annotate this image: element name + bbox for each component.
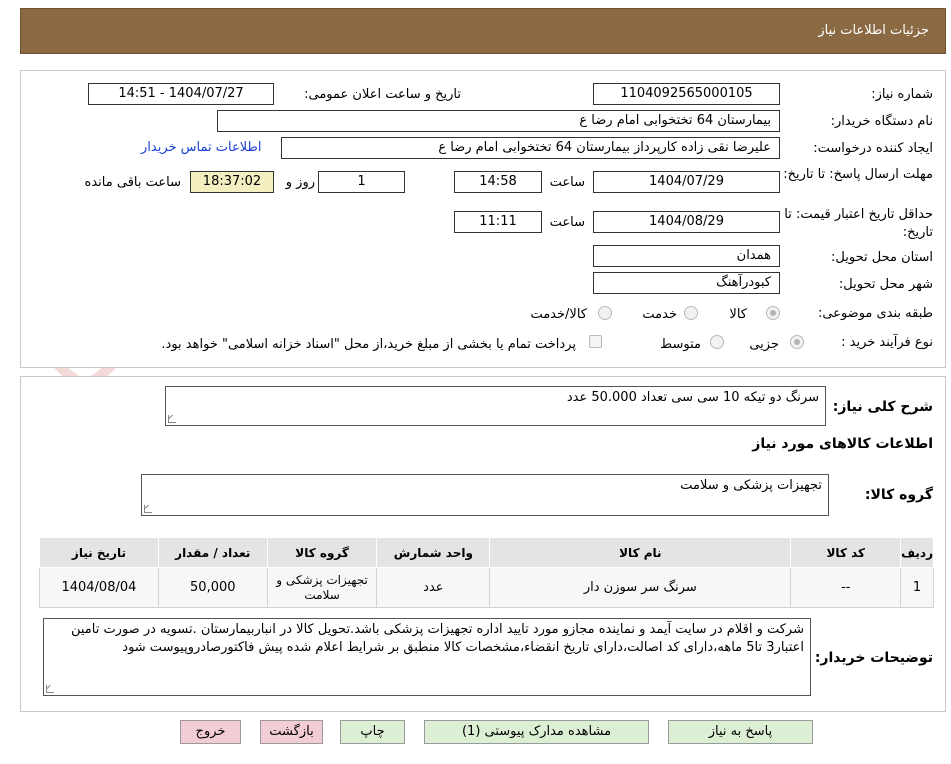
unit-cell: عدد: [376, 567, 491, 608]
price-validity-time-label: ساعت: [549, 215, 585, 230]
category-service-radio[interactable]: [684, 306, 698, 320]
quantity-cell: 50,000: [157, 567, 268, 608]
requester-label: ایجاد کننده درخواست:: [813, 141, 933, 156]
category-goods-radio[interactable]: [766, 306, 780, 320]
items-table-header-row: ردیف کد کالا نام کالا واحد شمارش گروه کا…: [39, 537, 934, 568]
delivery-province-label: استان محل تحویل:: [831, 250, 933, 265]
need-date-cell: 1404/08/04: [39, 567, 159, 608]
item-group-cell: تجهیزات پزشکی و سلامت: [266, 567, 378, 608]
table-row: 1 -- سرنگ سر سوزن دار عدد تجهیزات پزشکی …: [39, 567, 934, 608]
item-code-cell: --: [790, 567, 902, 608]
deadline-time-label: ساعت: [549, 175, 585, 190]
delivery-province-field: همدان: [593, 245, 780, 267]
exit-button[interactable]: خروج: [180, 720, 241, 744]
print-button[interactable]: چاپ: [340, 720, 405, 744]
need-summary-text: سرنگ دو تیکه 10 سی سی تعداد 50.000 عدد: [566, 390, 819, 405]
need-number-label: شماره نیاز:: [871, 87, 933, 102]
view-attachments-button[interactable]: مشاهده مدارک پیوستی (1): [424, 720, 649, 744]
col-quantity-header: تعداد / مقدار: [157, 537, 268, 568]
need-summary-textarea[interactable]: سرنگ دو تیکه 10 سی سی تعداد 50.000 عدد: [165, 386, 826, 426]
need-number-field: 1104092565000105: [593, 83, 780, 105]
resize-handle-icon[interactable]: [144, 505, 152, 513]
deadline-label: مهلت ارسال پاسخ: تا تاریخ:: [783, 167, 933, 182]
requester-field: علیرضا نقی زاده کارپرداز بیمارستان 64 تخ…: [281, 137, 780, 159]
category-goods-service-radio[interactable]: [598, 306, 612, 320]
process-minor-radio[interactable]: [790, 335, 804, 349]
buyer-notes-text: شرکت و اقلام در سایت آیمد و نماینده مجاز…: [70, 622, 804, 655]
item-name-cell: سرنگ سر سوزن دار: [489, 567, 792, 608]
category-goods-service-label: کالا/خدمت: [530, 307, 587, 322]
category-service-label: خدمت: [642, 307, 677, 322]
price-validity-time-field: 11:11: [454, 211, 542, 233]
delivery-city-label: شهر محل تحویل:: [838, 277, 933, 292]
deadline-time-field: 14:58: [454, 171, 542, 193]
remaining-time-label: ساعت باقی مانده: [84, 175, 181, 190]
page-header: جزئیات اطلاعات نیاز: [20, 8, 946, 54]
col-group-header: گروه کالا: [266, 537, 378, 568]
delivery-city-field: کبودرآهنگ: [593, 272, 780, 294]
item-group-text: تجهیزات پزشکی و سلامت: [680, 478, 822, 493]
treasury-payment-checkbox[interactable]: [589, 335, 602, 348]
items-section-title: اطلاعات کالاهای مورد نیاز: [752, 436, 933, 452]
back-button[interactable]: بازگشت: [260, 720, 323, 744]
buyer-notes-label: توضیحات خریدار:: [814, 650, 933, 666]
col-row-header: ردیف: [900, 537, 934, 568]
col-name-header: نام کالا: [489, 537, 792, 568]
buyer-notes-textarea[interactable]: شرکت و اقلام در سایت آیمد و نماینده مجاز…: [43, 618, 811, 696]
item-group-textarea[interactable]: تجهیزات پزشکی و سلامت: [141, 474, 829, 516]
treasury-payment-note: پرداخت تمام یا بخشی از مبلغ خرید،از محل …: [161, 337, 576, 352]
price-validity-date-field: 1404/08/29: [593, 211, 780, 233]
buyer-org-label: نام دستگاه خریدار:: [830, 114, 933, 129]
col-unit-header: واحد شمارش: [376, 537, 491, 568]
buyer-org-field: بیمارستان 64 تختخوابی امام رضا ع: [217, 110, 780, 132]
resize-handle-icon[interactable]: [46, 685, 54, 693]
reply-to-need-button[interactable]: پاسخ به نیاز: [668, 720, 813, 744]
announce-datetime-label: تاریخ و ساعت اعلان عمومی:: [304, 87, 461, 102]
purchase-process-label: نوع فرآیند خرید :: [841, 335, 933, 350]
price-validity-label: حداقل تاریخ اعتبار قیمت: تا تاریخ:: [784, 207, 933, 240]
category-goods-label: کالا: [729, 307, 747, 322]
remaining-time-field: 18:37:02: [190, 171, 274, 193]
days-remaining-field: 1: [318, 171, 405, 193]
subject-category-label: طبقه بندی موضوعی:: [817, 306, 933, 321]
col-date-header: تاریخ نیاز: [39, 537, 159, 568]
announce-datetime-field: 1404/07/27 - 14:51: [88, 83, 274, 105]
deadline-date-field: 1404/07/29: [593, 171, 780, 193]
process-minor-label: جزیی: [749, 337, 779, 352]
resize-handle-icon[interactable]: [168, 415, 176, 423]
days-label: روز و: [285, 175, 315, 190]
item-group-label: گروه کالا:: [864, 487, 933, 503]
process-medium-label: متوسط: [660, 337, 701, 352]
need-summary-label: شرح کلی نیاز:: [832, 399, 933, 415]
items-table: ردیف کد کالا نام کالا واحد شمارش گروه کا…: [39, 537, 934, 608]
col-code-header: کد کالا: [790, 537, 902, 568]
page-title: جزئیات اطلاعات نیاز: [818, 23, 929, 38]
row-number-cell: 1: [900, 567, 934, 608]
buyer-contact-link[interactable]: اطلاعات تماس خریدار: [141, 140, 261, 155]
process-medium-radio[interactable]: [710, 335, 724, 349]
